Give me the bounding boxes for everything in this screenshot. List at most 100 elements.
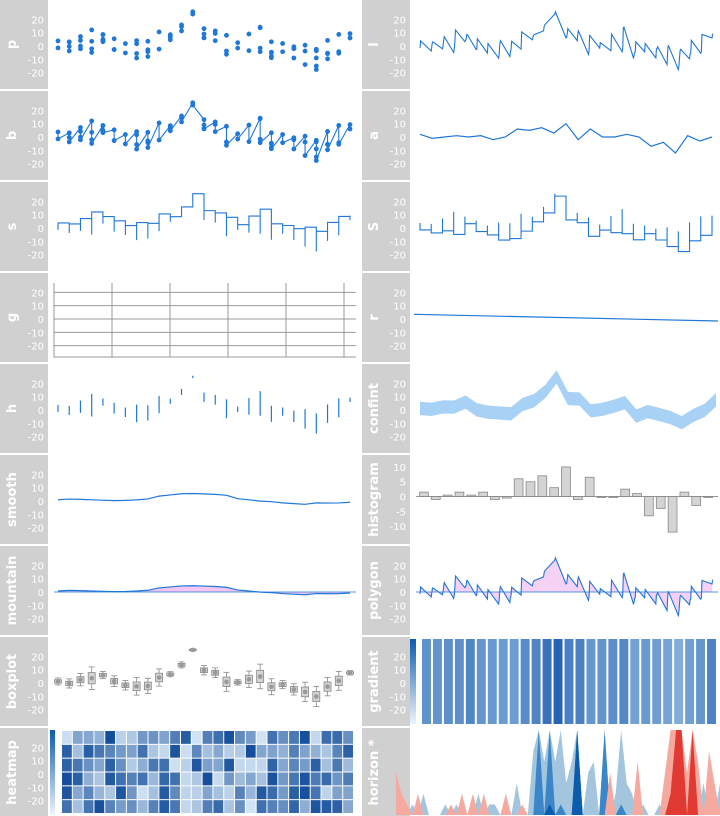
scatter-point: [235, 40, 241, 46]
y-tick-label: -20: [28, 433, 44, 444]
heatmap-cell: [105, 758, 116, 772]
scatter-point: [66, 130, 72, 136]
y-tick-label: 20: [393, 288, 406, 299]
histogram-bar: [419, 491, 429, 497]
scatter-point: [280, 132, 286, 137]
heatmap-cell: [235, 786, 245, 800]
scatter-point: [190, 9, 196, 15]
box-median: [111, 678, 117, 684]
heatmap-cell: [105, 731, 116, 744]
box-median: [123, 682, 128, 688]
scatter-point: [66, 135, 72, 140]
heatmap-cell: [256, 758, 267, 772]
heatmap-cell: [159, 772, 170, 786]
scatter-point: [100, 127, 106, 133]
heatmap-cell: [116, 731, 126, 744]
gradient-cell: [674, 639, 684, 724]
heatmap-cell: [137, 758, 148, 772]
heatmap-cell: [72, 758, 83, 772]
gradient-cell: [498, 639, 508, 724]
heatmap-cell: [343, 744, 353, 758]
panel-l-1: l 20 10 0 -10 -20: [362, 0, 714, 89]
scatter-point: [347, 35, 353, 41]
y-tick-label: -20: [390, 706, 406, 717]
heatmap-cell: [224, 758, 235, 772]
scatter-point: [336, 122, 342, 128]
heatmap-cell: [105, 800, 116, 813]
heatmap-cell: [105, 786, 116, 800]
heatmap-cell: [267, 786, 278, 800]
box-median: [145, 683, 151, 689]
heatmap-cell: [224, 786, 235, 800]
histogram-bar: [513, 478, 524, 497]
scatter-point: [167, 32, 173, 38]
scatter-point: [89, 46, 95, 52]
heatmap-cell: [148, 800, 159, 813]
scatter-point: [325, 147, 330, 153]
heatmap-cell: [137, 800, 148, 813]
y-tick-label: 20: [393, 106, 406, 117]
heatmap-cell: [72, 772, 83, 786]
heatmap-cell: [321, 758, 332, 772]
heatmap-cell: [94, 731, 105, 744]
gradient-cell: [663, 639, 673, 724]
y-tick-label: 20: [393, 197, 406, 208]
panel-label: confint: [367, 383, 382, 434]
scatter-point: [246, 139, 252, 145]
y-tick-label: -20: [28, 160, 44, 171]
series-line: [419, 122, 713, 154]
y-tick-label: 10: [31, 120, 44, 131]
y-tick-label: 10: [31, 211, 44, 222]
scatter-point: [313, 137, 319, 143]
heatmap-cell: [235, 800, 245, 813]
box-median: [212, 670, 218, 676]
heatmap-cell: [299, 758, 310, 772]
heatmap-cell: [148, 731, 159, 744]
histogram-bar: [667, 496, 678, 533]
y-tick-label: 0: [38, 315, 44, 326]
heatmap-cell: [62, 786, 72, 800]
panel-label: smooth: [5, 472, 20, 527]
scatter-point: [325, 37, 330, 43]
y-tick-label: -10: [28, 601, 44, 612]
scatter-point: [302, 48, 308, 54]
heatmap-cell: [72, 800, 83, 813]
y-tick-label: 10: [31, 484, 44, 495]
box-median: [336, 678, 342, 684]
heatmap-cell: [310, 772, 321, 786]
heatmap-cell: [62, 744, 72, 758]
heatmap-cell: [310, 744, 321, 758]
box-median: [190, 647, 196, 653]
scatter-point: [302, 139, 308, 145]
scatter-point: [257, 136, 263, 142]
heatmap-cell: [267, 800, 278, 813]
box-median: [201, 667, 207, 673]
y-tick-label: -10: [28, 510, 44, 521]
scatter-point: [66, 39, 72, 45]
y-tick-label: 20: [31, 743, 44, 754]
scatter-point: [268, 140, 274, 146]
y-tick-label: -10: [28, 419, 44, 430]
scatter-point: [134, 146, 140, 152]
y-tick-label: 0: [400, 42, 406, 53]
heatmap-cell: [180, 800, 191, 813]
y-tick-label: 10: [393, 575, 406, 586]
panel-label: g: [5, 313, 20, 322]
heatmap-cell: [289, 758, 299, 772]
histogram-bar: [573, 496, 583, 500]
y-tick-label: -10: [28, 237, 44, 248]
scatter-point: [145, 129, 151, 135]
heatmap-cell: [159, 758, 170, 772]
heatmap-cell: [170, 800, 180, 813]
heatmap-cell: [343, 800, 353, 813]
heatmap-cell: [332, 758, 343, 772]
box-median: [257, 674, 263, 679]
heatmap-cell: [159, 800, 170, 813]
heatmap-cell: [191, 744, 202, 758]
y-tick-label: -10: [28, 692, 44, 703]
scatter-point: [291, 55, 297, 61]
y-tick-label: -20: [390, 433, 406, 444]
box-median: [246, 677, 252, 682]
scatter-point: [313, 154, 319, 160]
y-tick-label: 10: [31, 302, 44, 313]
